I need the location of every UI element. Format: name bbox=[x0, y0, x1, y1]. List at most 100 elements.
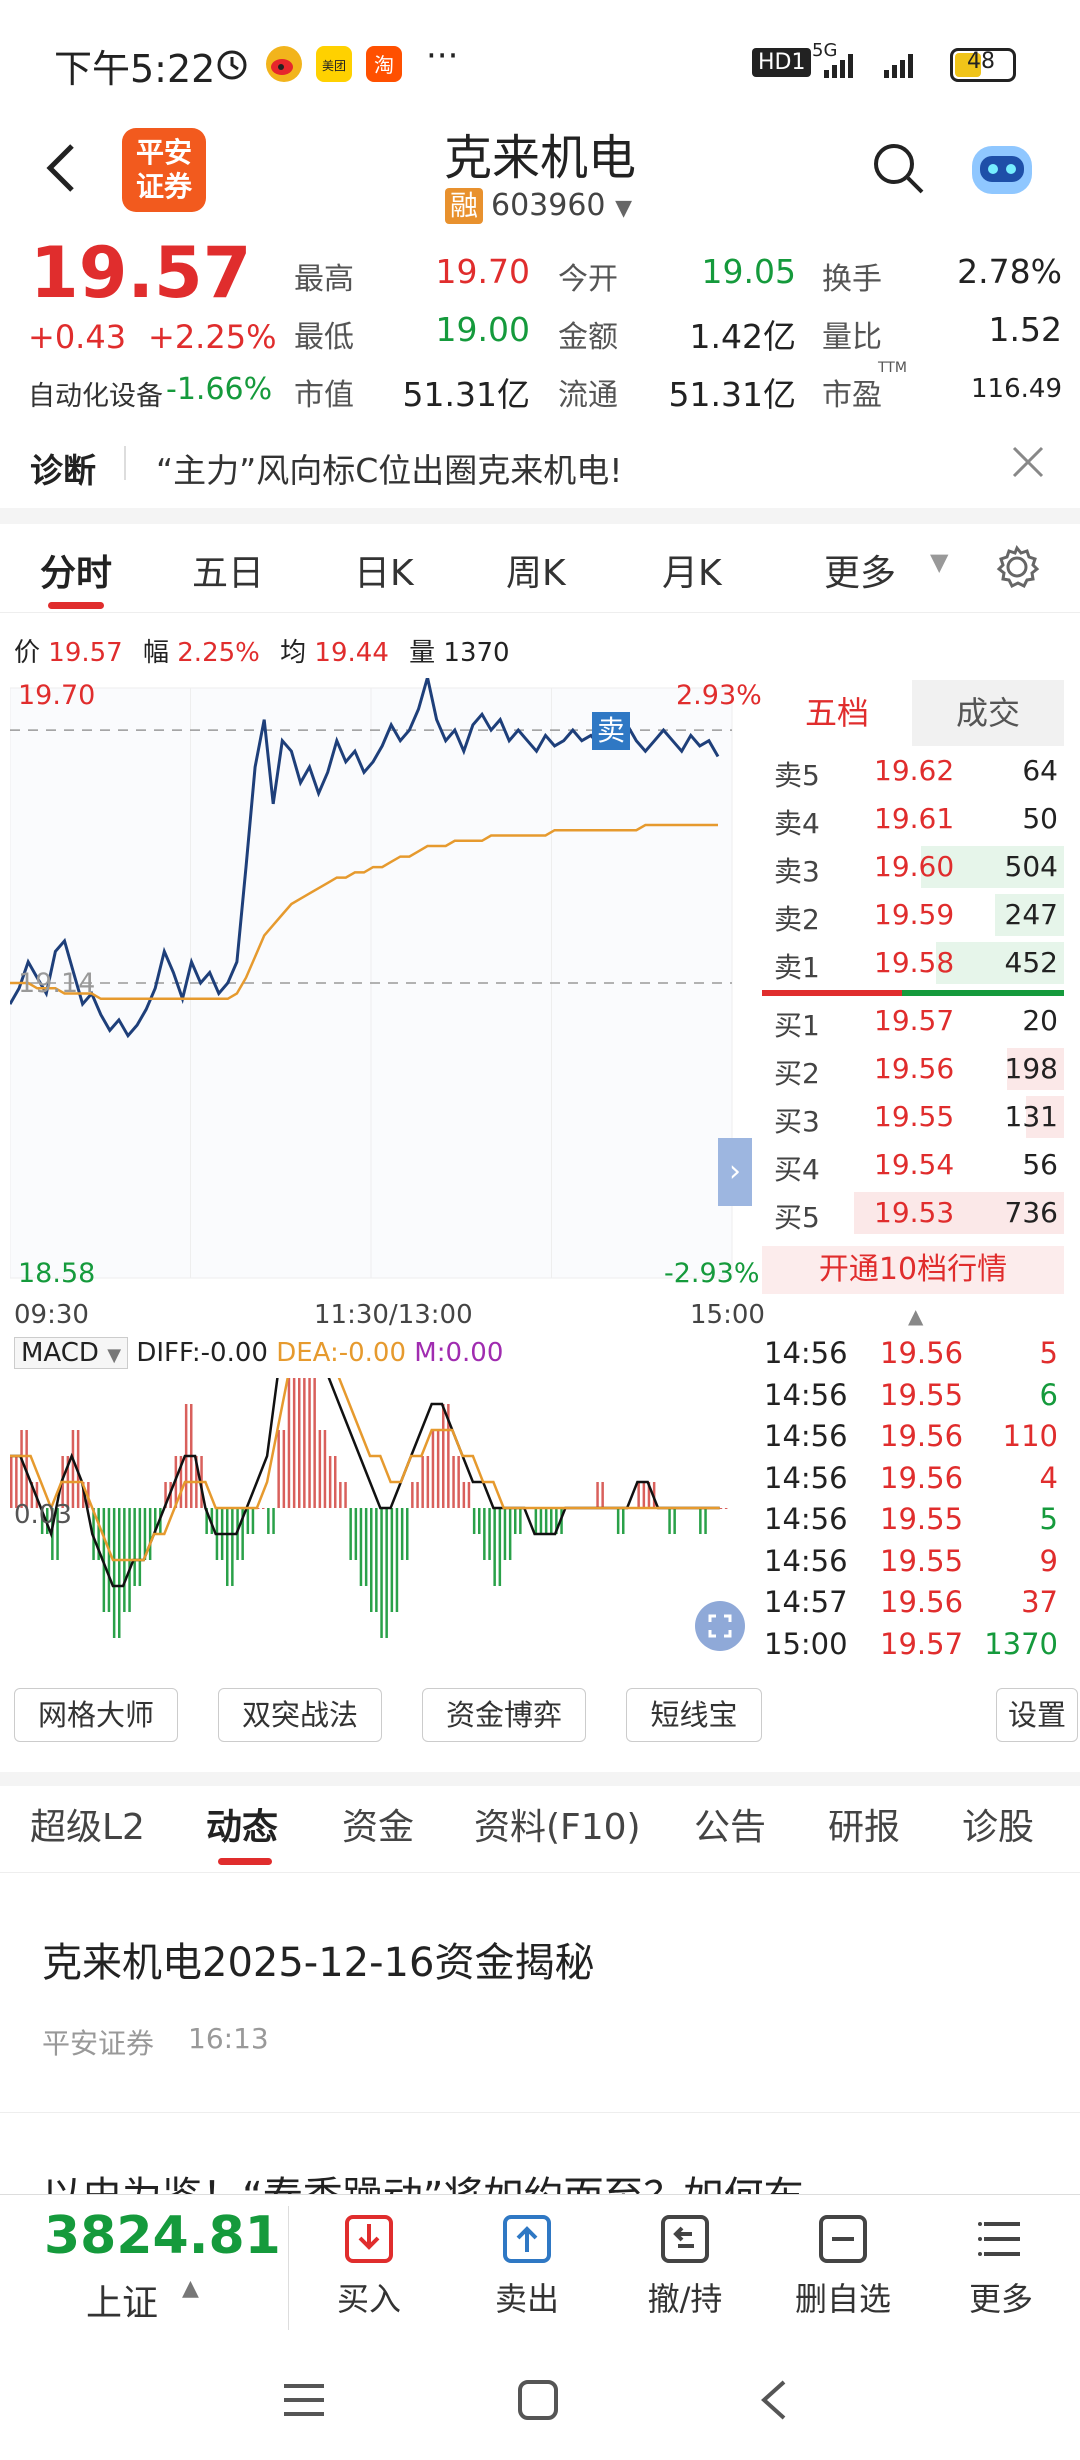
macd-bar bbox=[550, 1508, 553, 1534]
trade-time: 14:56 bbox=[764, 1419, 848, 1453]
quote-field-label: 市盈 bbox=[822, 378, 882, 413]
macd-bar bbox=[318, 1430, 322, 1508]
recent-apps-icon[interactable] bbox=[282, 2380, 326, 2420]
macd-bar bbox=[344, 1482, 347, 1508]
fullscreen-icon[interactable] bbox=[694, 1600, 746, 1652]
macd-bar bbox=[498, 1508, 502, 1586]
macd-bar bbox=[231, 1508, 234, 1586]
settings-gear-icon[interactable] bbox=[994, 544, 1040, 590]
trade-time: 14:56 bbox=[764, 1460, 848, 1495]
expand-panel-icon[interactable]: › bbox=[718, 1138, 752, 1206]
open-level10-button[interactable]: 开通10档行情 bbox=[762, 1246, 1064, 1294]
orderbook-row[interactable]: 买1 19.57 20 bbox=[762, 998, 1064, 1044]
macd-bar bbox=[370, 1508, 373, 1612]
tab-diagnose[interactable]: 诊股 bbox=[962, 1798, 1034, 1850]
tab-intraday[interactable]: 分时 bbox=[40, 544, 112, 596]
scroll-up-icon[interactable]: ▲ bbox=[908, 1304, 923, 1328]
quote-field-value: 19.70 bbox=[435, 252, 530, 291]
macd-bar bbox=[724, 1508, 728, 1509]
index-value[interactable]: 3824.81 bbox=[44, 2206, 281, 2266]
chevron-down-icon: ▼ bbox=[615, 196, 632, 221]
macd-bar bbox=[483, 1508, 486, 1560]
macd-bar bbox=[375, 1508, 378, 1612]
trade-volume: 37 bbox=[1021, 1585, 1058, 1619]
more-menu-icon[interactable] bbox=[976, 2214, 1026, 2264]
orderbook-row[interactable]: 卖5 19.62 64 bbox=[762, 748, 1064, 794]
home-icon[interactable] bbox=[516, 2378, 560, 2422]
orderbook-row[interactable]: 卖2 19.59 247 bbox=[762, 892, 1064, 938]
buy-icon[interactable] bbox=[344, 2214, 394, 2264]
y-max-pct-label: 2.93% bbox=[676, 680, 762, 711]
close-icon[interactable] bbox=[1010, 444, 1046, 480]
tab-daily-k[interactable]: 日K bbox=[354, 544, 414, 596]
sell-icon[interactable] bbox=[502, 2214, 552, 2264]
orderbook-row[interactable]: 买2 19.56 198 bbox=[762, 1046, 1064, 1092]
macd-bar bbox=[519, 1508, 522, 1534]
stock-code-selector[interactable]: 融 603960 ▼ bbox=[445, 188, 632, 224]
search-icon[interactable] bbox=[870, 140, 926, 196]
tool-double-breakout[interactable]: 双突战法 bbox=[218, 1688, 382, 1742]
cancel-hold-button[interactable]: 撤/持 bbox=[610, 2274, 760, 2320]
tab-more[interactable]: 更多 bbox=[824, 544, 896, 596]
tab-trades[interactable]: 成交 bbox=[912, 680, 1064, 746]
nav-back-icon[interactable] bbox=[756, 2378, 792, 2422]
tool-capital-game[interactable]: 资金博弈 bbox=[422, 1688, 586, 1742]
tab-research[interactable]: 研报 bbox=[828, 1798, 900, 1850]
macd-bar bbox=[467, 1482, 471, 1508]
divider bbox=[0, 2112, 1080, 2113]
macd-indicator-select[interactable]: MACD ▼ bbox=[14, 1337, 129, 1369]
macd-bar bbox=[637, 1482, 640, 1508]
orderbook-row[interactable]: 卖1 19.58 452 bbox=[762, 940, 1064, 986]
diagnosis-banner[interactable]: 诊断 “主力”风向标C位出圈克来机电! bbox=[0, 420, 1080, 508]
tab-weekly-k[interactable]: 周K bbox=[506, 544, 566, 596]
svg-text:美团: 美团 bbox=[322, 59, 346, 73]
signal-icon bbox=[824, 54, 913, 78]
tab-announcements[interactable]: 公告 bbox=[694, 1798, 766, 1850]
macd-bar bbox=[442, 1404, 445, 1508]
tool-short-term[interactable]: 短线宝 bbox=[626, 1688, 762, 1742]
orderbook-row[interactable]: 买5 19.53 736 bbox=[762, 1190, 1064, 1236]
orderbook-row[interactable]: 买3 19.55 131 bbox=[762, 1094, 1064, 1140]
tool-grid-master[interactable]: 网格大师 bbox=[14, 1688, 178, 1742]
buy-button[interactable]: 买入 bbox=[294, 2274, 444, 2320]
tab-monthly-k[interactable]: 月K bbox=[662, 544, 722, 596]
remove-watchlist-icon[interactable] bbox=[818, 2214, 868, 2264]
trade-volume: 9 bbox=[1039, 1543, 1058, 1578]
index-name[interactable]: 上证 bbox=[86, 2274, 158, 2326]
orderbook-row[interactable]: 买4 19.54 56 bbox=[762, 1142, 1064, 1188]
intraday-chart[interactable] bbox=[10, 678, 758, 1298]
tab-news[interactable]: 动态 bbox=[206, 1798, 278, 1850]
remove-watchlist-button[interactable]: 删自选 bbox=[768, 2274, 918, 2320]
tab-five-levels[interactable]: 五档 bbox=[762, 680, 912, 746]
more-button[interactable]: 更多 bbox=[926, 2274, 1076, 2320]
macd-bar bbox=[596, 1482, 599, 1508]
tab-funds[interactable]: 资金 bbox=[342, 1798, 414, 1850]
x-tick-noon: 11:30/13:00 bbox=[314, 1300, 473, 1330]
sector-name[interactable]: 自动化设备 bbox=[28, 374, 163, 413]
level-label: 买4 bbox=[774, 1153, 820, 1186]
trade-row: 14:56 19.56 4 bbox=[762, 1459, 1064, 1499]
tab-f10[interactable]: 资料(F10) bbox=[474, 1798, 641, 1850]
chevron-up-icon[interactable]: ▲ bbox=[182, 2276, 199, 2301]
last-price: 19.57 bbox=[30, 232, 252, 314]
tab-super-l2[interactable]: 超级L2 bbox=[30, 1798, 145, 1850]
orderbook-row[interactable]: 卖3 19.60 504 bbox=[762, 844, 1064, 890]
separator bbox=[0, 508, 1080, 524]
macd-chart[interactable] bbox=[10, 1378, 758, 1668]
cancel-hold-icon[interactable] bbox=[660, 2214, 710, 2264]
tab-five-day[interactable]: 五日 bbox=[192, 544, 264, 596]
trade-time: 14:56 bbox=[764, 1502, 848, 1536]
level-price: 19.54 bbox=[874, 1148, 955, 1181]
macd-label: MACD bbox=[21, 1338, 99, 1368]
article-item[interactable]: 以史为鉴！“春季躁动”将如约而至？如何布 bbox=[0, 2114, 1080, 2194]
tool-settings[interactable]: 设置 bbox=[996, 1688, 1078, 1742]
sector-change: -1.66% bbox=[166, 372, 273, 407]
sell-marker[interactable]: 卖 bbox=[592, 712, 630, 750]
orderbook-row[interactable]: 卖4 19.61 50 bbox=[762, 796, 1064, 842]
level-volume: 131 bbox=[1004, 1100, 1058, 1133]
robot-assistant-icon[interactable] bbox=[966, 136, 1038, 202]
sell-button[interactable]: 卖出 bbox=[452, 2274, 602, 2320]
macd-header: MACD ▼ DIFF:-0.00 DEA:-0.00 M:0.00 bbox=[14, 1337, 503, 1369]
article-item[interactable]: 克来机电2025-12-16资金揭秘 平安证券 16:13 bbox=[0, 1874, 1080, 2114]
level-price: 19.62 bbox=[874, 754, 955, 787]
